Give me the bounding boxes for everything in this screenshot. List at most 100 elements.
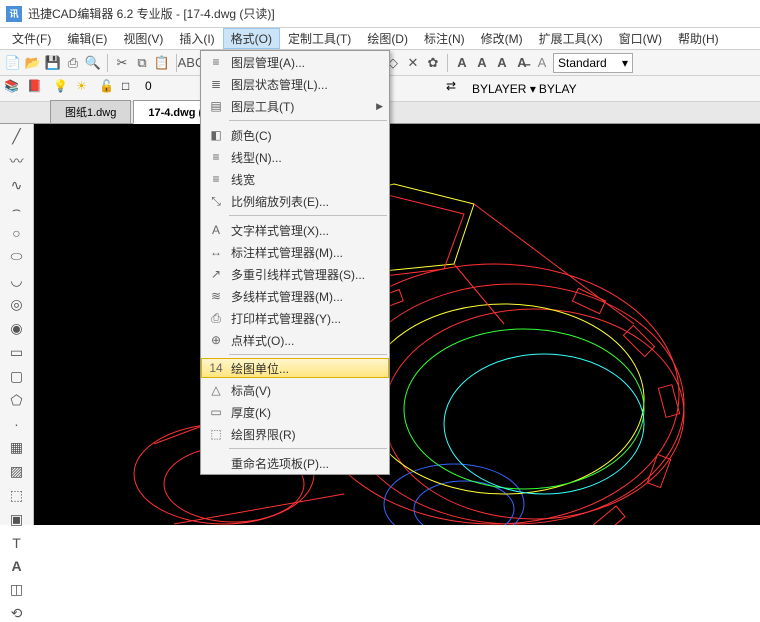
line-icon[interactable]: ╱ [8, 128, 26, 145]
menu-dropdown-item[interactable]: ⊕点样式(O)... [201, 329, 389, 351]
menu-item-icon: ▭ [205, 404, 227, 420]
menu-item[interactable]: 文件(F) [4, 28, 59, 49]
text-a3-icon[interactable]: A [493, 54, 511, 72]
menu-item-icon: ≡ [205, 54, 227, 70]
menu-item-label: 颜色(C) [227, 127, 383, 144]
chevron-down-icon: ▾ [622, 56, 628, 70]
pline-icon[interactable]: 〰 [8, 152, 26, 170]
cut-icon[interactable]: ✂ [113, 54, 131, 72]
menu-item[interactable]: 帮助(H) [670, 28, 727, 49]
copy-icon[interactable]: ⧉ [133, 54, 151, 72]
hatch-icon[interactable]: ▦ [8, 439, 26, 456]
document-tab[interactable]: 图纸1.dwg [50, 100, 131, 123]
menu-dropdown-item[interactable]: ≣图层状态管理(L)... [201, 73, 389, 95]
rect2-icon[interactable]: ▢ [8, 368, 26, 385]
bylayer-2-value: BYLAY [539, 82, 577, 96]
menu-dropdown-item[interactable]: ↔标注样式管理器(M)... [201, 241, 389, 263]
menu-dropdown-item[interactable]: ⬚绘图界限(R) [201, 423, 389, 445]
revolve-icon[interactable]: ⟲ [8, 605, 26, 622]
new-icon[interactable]: 📄 [4, 54, 22, 72]
paste-icon[interactable]: 📋 [153, 54, 171, 72]
style-combo[interactable]: Standard ▾ [553, 53, 633, 73]
ring-icon[interactable]: ◎ [8, 296, 26, 313]
swap-icon[interactable]: ⇄ [446, 79, 466, 99]
menu-item-icon: ⊕ [205, 332, 227, 348]
square-icon[interactable]: □ [122, 79, 142, 99]
close-icon[interactable]: ✕ [404, 54, 422, 72]
menu-dropdown-item[interactable]: ⎙打印样式管理器(Y)... [201, 307, 389, 329]
lock-icon[interactable]: 🔓 [99, 79, 119, 99]
menu-item[interactable]: 格式(O) [223, 28, 280, 49]
arc2-icon[interactable]: ◡ [8, 272, 26, 289]
polygon-icon[interactable]: ⬠ [8, 392, 26, 409]
menu-dropdown-item[interactable]: ◧颜色(C) [201, 124, 389, 146]
save-icon[interactable]: 💾 [44, 54, 62, 72]
sun-icon[interactable]: ☀ [76, 79, 96, 99]
menu-item[interactable]: 修改(M) [473, 28, 531, 49]
text-a2-icon[interactable]: A [473, 54, 491, 72]
text-icon[interactable]: T [8, 535, 26, 551]
menu-separator [229, 354, 387, 355]
menu-item[interactable]: 窗口(W) [611, 28, 670, 49]
layer2-icon[interactable]: 📕 [27, 79, 47, 99]
circle-icon[interactable]: ○ [8, 225, 26, 241]
chevron-down-icon: ▾ [530, 82, 536, 96]
point-icon[interactable]: · [8, 416, 26, 432]
menu-item-label: 多线样式管理器(M)... [227, 288, 383, 305]
spline-icon[interactable]: ∿ [8, 177, 26, 194]
menu-dropdown-item[interactable]: ≋多线样式管理器(M)... [201, 285, 389, 307]
text-a-icon[interactable]: A [453, 54, 471, 72]
menu-dropdown-item[interactable]: ≡线宽 [201, 168, 389, 190]
menu-item[interactable]: 扩展工具(X) [531, 28, 611, 49]
menu-item-label: 图层状态管理(L)... [227, 76, 383, 93]
arc-icon[interactable]: ⌢ [8, 201, 26, 218]
bylayer-1-value: BYLAYER [472, 82, 526, 96]
mtext-icon[interactable]: A [8, 558, 26, 574]
menu-dropdown-item[interactable]: A文字样式管理(X)... [201, 219, 389, 241]
menu-item-icon: ≡ [205, 149, 227, 165]
rect-icon[interactable]: ▭ [8, 344, 26, 361]
drawing-canvas[interactable] [34, 124, 760, 525]
bulb-yellow-icon[interactable]: 💡 [53, 79, 73, 99]
region-icon[interactable]: ▨ [8, 463, 26, 480]
print-icon[interactable]: ⎙ [64, 54, 82, 72]
menu-dropdown-item[interactable]: ▭厚度(K) [201, 401, 389, 423]
ellipse-icon[interactable]: ⬭ [8, 248, 26, 265]
menu-dropdown-item[interactable]: ⤡比例缩放列表(E)... [201, 190, 389, 212]
menu-item[interactable]: 插入(I) [171, 28, 222, 49]
menu-dropdown-item[interactable]: ≡图层管理(A)... [201, 51, 389, 73]
menu-dropdown-item[interactable]: △标高(V) [201, 379, 389, 401]
menu-item[interactable]: 标注(N) [416, 28, 473, 49]
menu-item-icon: ↔ [205, 244, 227, 260]
menu-dropdown-item[interactable]: ▤图层工具(T)▶ [201, 95, 389, 117]
menu-bar: 文件(F)编辑(E)视图(V)插入(I)格式(O)定制工具(T)绘图(D)标注(… [0, 28, 760, 50]
bulb-icon[interactable]: ✿ [424, 54, 442, 72]
menu-item[interactable]: 绘图(D) [359, 28, 416, 49]
menu-item[interactable]: 定制工具(T) [280, 28, 359, 49]
preview-icon[interactable]: 🔍 [84, 54, 102, 72]
menu-dropdown-item[interactable]: 14绘图单位... [201, 358, 389, 378]
o-icon[interactable]: 0 [145, 79, 165, 99]
menu-item-icon: 14 [205, 360, 227, 376]
boundary-icon[interactable]: ▣ [8, 511, 26, 528]
menu-item-label: 线宽 [227, 171, 383, 188]
open-icon[interactable]: 📂 [24, 54, 42, 72]
title-bar: 讯 迅捷CAD编辑器 6.2 专业版 - [17-4.dwg (只读)] [0, 0, 760, 28]
donut-icon[interactable]: ◉ [8, 320, 26, 337]
box-icon[interactable]: ⬚ [8, 487, 26, 504]
text-a4-icon[interactable]: A̶ [513, 54, 531, 72]
menu-dropdown-item[interactable]: ↗多重引线样式管理器(S)... [201, 263, 389, 285]
menu-item-icon: ⤡ [205, 193, 227, 209]
menu-separator [229, 120, 387, 121]
menu-item[interactable]: 编辑(E) [59, 28, 115, 49]
layer-icon[interactable]: 📚 [4, 79, 24, 99]
bylayer-combo-1[interactable]: BYLAYER ▾ [472, 82, 536, 96]
menu-dropdown-item[interactable]: 重命名选项板(P)... [201, 452, 389, 474]
text-a5-icon[interactable]: A [533, 54, 551, 72]
menu-item[interactable]: 视图(V) [115, 28, 171, 49]
text-icon[interactable]: ABC [182, 54, 200, 72]
menu-dropdown-item[interactable]: ≡线型(N)... [201, 146, 389, 168]
menu-item-label: 标高(V) [227, 382, 383, 399]
3d-icon[interactable]: ◫ [8, 581, 26, 598]
bylayer-combo-2[interactable]: BYLAY [539, 82, 629, 96]
